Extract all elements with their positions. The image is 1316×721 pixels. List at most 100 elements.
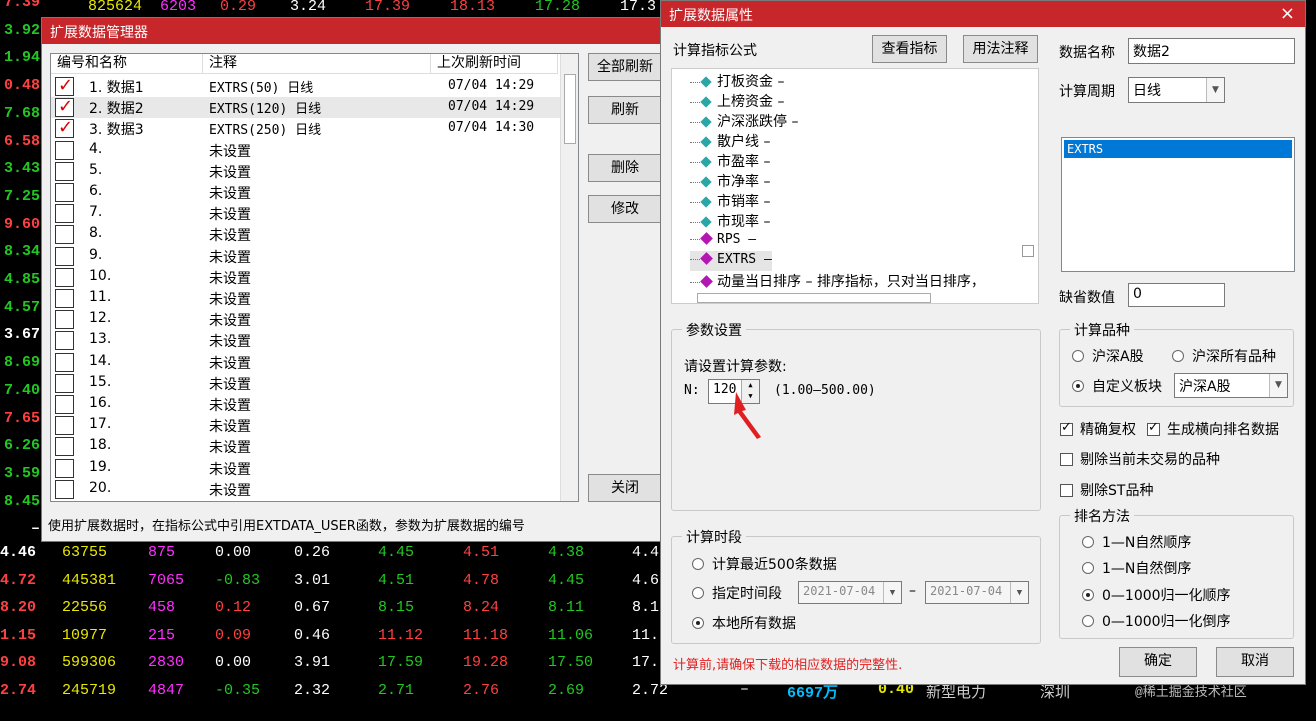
row-checkbox[interactable] [55, 331, 74, 351]
refresh-button[interactable]: 刷新 [588, 96, 662, 124]
table-row[interactable]: 19. 未设置 [51, 458, 578, 479]
row-checkbox[interactable] [55, 96, 74, 118]
table-row[interactable]: 12. 未设置 [51, 309, 578, 330]
table-row[interactable]: 5. 未设置 [51, 161, 578, 182]
tree-item[interactable]: 市销率 – [690, 191, 770, 211]
chevron-down-icon[interactable]: ▼ [1010, 582, 1028, 603]
table-row[interactable]: 9. 未设置 [51, 246, 578, 267]
column-header-note[interactable]: 注释 [203, 54, 431, 74]
rank-natural-desc-label[interactable]: 1—N自然倒序 [1102, 558, 1191, 578]
date-from-input[interactable]: 2021-07-04 ▼ [798, 581, 902, 604]
table-row[interactable]: 6. 未设置 [51, 182, 578, 203]
tree-collapse-box[interactable] [1022, 245, 1034, 257]
period-recent-label[interactable]: 计算最近500条数据 [712, 554, 837, 574]
close-button[interactable]: 关闭 [588, 474, 662, 502]
formula-output-list[interactable]: EXTRS [1061, 137, 1295, 272]
row-checkbox[interactable] [55, 437, 74, 457]
period-all-label[interactable]: 本地所有数据 [712, 613, 796, 633]
table-row[interactable]: 1. 数据1 EXTRS(50) 日线 07/04 14:29 [51, 75, 578, 97]
data-name-input[interactable]: 数据2 [1128, 38, 1295, 64]
rank-norm-desc-label[interactable]: 0—1000归一化倒序 [1102, 611, 1231, 631]
table-row[interactable]: 18. 未设置 [51, 436, 578, 457]
row-checkbox[interactable] [55, 479, 74, 499]
row-checkbox[interactable] [55, 373, 74, 393]
exact-adjust-label[interactable]: 精确复权 [1080, 419, 1136, 439]
rank-norm-asc-radio[interactable] [1082, 589, 1094, 601]
chevron-down-icon[interactable]: ▼ [883, 582, 901, 603]
ok-button[interactable]: 确定 [1119, 647, 1197, 677]
delete-button[interactable]: 删除 [588, 154, 662, 182]
variety-custom-label[interactable]: 自定义板块 [1092, 376, 1162, 396]
rank-norm-desc-radio[interactable] [1082, 615, 1094, 627]
column-header-name[interactable]: 编号和名称 [51, 54, 203, 74]
variety-custom-radio[interactable] [1072, 380, 1084, 392]
rank-natural-asc-label[interactable]: 1—N自然顺序 [1102, 532, 1191, 552]
tree-item[interactable]: 上榜资金 – [690, 91, 784, 111]
table-row[interactable]: 8. 未设置 [51, 224, 578, 245]
tree-item[interactable]: 市盈率 – [690, 151, 770, 171]
row-checkbox[interactable] [55, 117, 74, 139]
period-recent-radio[interactable] [692, 558, 704, 570]
variety-all-radio[interactable] [1172, 350, 1184, 362]
default-value-input[interactable]: 0 [1128, 283, 1225, 307]
exclude-st-checkbox[interactable] [1060, 484, 1073, 497]
tree-item[interactable]: 散户线 – [690, 131, 770, 151]
row-checkbox[interactable] [55, 416, 74, 436]
chevron-down-icon[interactable]: ▼ [1206, 78, 1224, 102]
tree-hscrollbar[interactable] [697, 293, 931, 303]
column-header-time[interactable]: 上次刷新时间 [431, 54, 558, 74]
rank-norm-asc-label[interactable]: 0—1000归一化顺序 [1102, 585, 1231, 605]
date-to-input[interactable]: 2021-07-04 ▼ [925, 581, 1029, 604]
table-row[interactable]: 16. 未设置 [51, 394, 578, 415]
table-row[interactable]: 17. 未设置 [51, 415, 578, 436]
list-item-selected[interactable]: EXTRS [1064, 140, 1292, 158]
exclude-untraded-label[interactable]: 剔除当前未交易的品种 [1080, 449, 1220, 469]
row-checkbox[interactable] [55, 352, 74, 372]
row-checkbox[interactable] [55, 458, 74, 478]
table-row[interactable]: 15. 未设置 [51, 373, 578, 394]
variety-a-radio[interactable] [1072, 350, 1084, 362]
row-checkbox[interactable] [55, 183, 74, 202]
cancel-button[interactable]: 取消 [1216, 647, 1294, 677]
exclude-untraded-checkbox[interactable] [1060, 453, 1073, 466]
row-checkbox[interactable] [55, 140, 74, 160]
period-range-radio[interactable] [692, 587, 704, 599]
refresh-all-button[interactable]: 全部刷新 [588, 53, 662, 81]
table-row[interactable]: 2. 数据2 EXTRS(120) 日线 07/04 14:29 [51, 96, 578, 119]
table-row[interactable]: 20. 未设置 [51, 479, 578, 500]
indicator-tree[interactable]: 打板资金 – 上榜资金 – 沪深涨跌停 – 散户线 – 市盈率 – 市净率 – 市销率 – 市… [671, 68, 1039, 304]
tree-item[interactable]: 沪深涨跌停 – [690, 111, 798, 131]
row-checkbox[interactable] [55, 289, 74, 308]
variety-all-label[interactable]: 沪深所有品种 [1192, 346, 1276, 366]
tree-item[interactable]: RPS – [690, 231, 756, 251]
table-row[interactable]: 13. 未设置 [51, 330, 578, 351]
rank-data-checkbox[interactable] [1147, 420, 1160, 436]
exact-adjust-checkbox[interactable] [1060, 420, 1073, 436]
rank-natural-asc-radio[interactable] [1082, 536, 1094, 548]
tree-item[interactable]: 打板资金 – [690, 71, 784, 91]
extension-data-list[interactable]: 编号和名称 注释 上次刷新时间 1. 数据1 EXTRS(50) 日线 07/04 … [50, 53, 579, 502]
table-row[interactable]: 7. 未设置 [51, 203, 578, 224]
row-checkbox[interactable] [55, 395, 74, 414]
table-row[interactable]: 11. 未设置 [51, 288, 578, 309]
variety-a-label[interactable]: 沪深A股 [1092, 346, 1144, 366]
tree-item[interactable]: EXTRS – [690, 251, 772, 271]
table-row[interactable]: 14. 未设置 [51, 352, 578, 373]
cycle-select[interactable]: 日线 ▼ [1128, 77, 1225, 103]
list-scrollbar[interactable] [560, 54, 578, 501]
row-checkbox[interactable] [55, 246, 74, 266]
tree-item[interactable]: 市现率 – [690, 211, 770, 231]
period-all-radio[interactable] [692, 617, 704, 629]
table-row[interactable]: 4. 未设置 [51, 140, 578, 161]
period-range-label[interactable]: 指定时间段 [712, 583, 782, 603]
row-checkbox[interactable] [55, 267, 74, 287]
custom-block-select[interactable]: 沪深A股 ▼ [1174, 373, 1288, 398]
table-row[interactable]: 3. 数据3 EXTRS(250) 日线 07/04 14:30 [51, 117, 578, 139]
exclude-st-label[interactable]: 剔除ST品种 [1080, 480, 1153, 500]
row-checkbox[interactable] [55, 204, 74, 224]
row-checkbox[interactable] [55, 75, 74, 96]
rank-natural-desc-radio[interactable] [1082, 562, 1094, 574]
row-checkbox[interactable] [55, 161, 74, 181]
modify-button[interactable]: 修改 [588, 195, 662, 223]
usage-notes-button[interactable]: 用法注释 [963, 35, 1038, 63]
